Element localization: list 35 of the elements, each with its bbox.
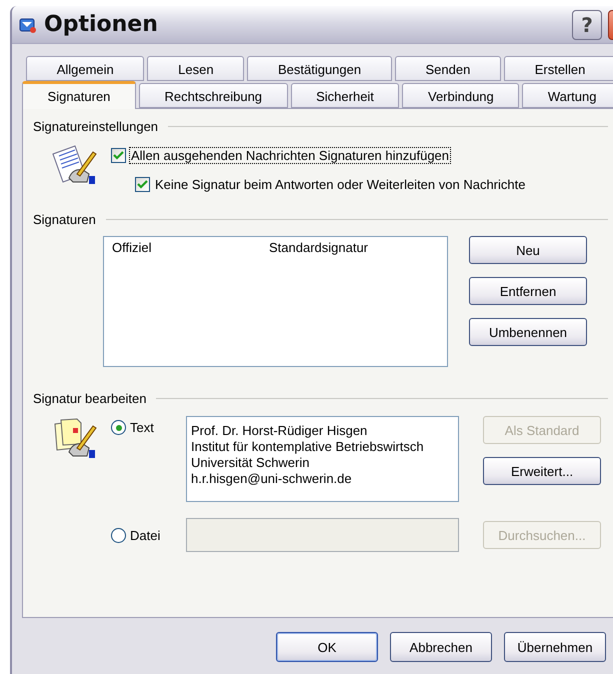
- action-button[interactable]: Umbenennen: [469, 318, 587, 346]
- radio-label[interactable]: Text: [130, 420, 154, 435]
- action-button[interactable]: Erweitert...: [483, 457, 601, 485]
- tab[interactable]: Senden: [394, 56, 502, 81]
- group-heading: Signatur bearbeiten: [33, 391, 146, 406]
- checkbox[interactable]: [135, 177, 150, 192]
- tab[interactable]: Wartung: [522, 83, 613, 108]
- list-cell[interactable]: Offiziel: [112, 240, 269, 255]
- tab[interactable]: Sicherheit: [290, 83, 400, 108]
- checkbox-label[interactable]: Allen ausgehenden Nachrichten Signaturen hinzufügen: [130, 148, 450, 163]
- radio-button[interactable]: [111, 528, 126, 542]
- radio-label[interactable]: Datei: [130, 528, 160, 542]
- group-heading: Signatureinstellungen: [33, 119, 158, 134]
- help-button[interactable]: ?: [572, 10, 602, 40]
- tab[interactable]: Signaturen: [22, 81, 136, 109]
- signature-list[interactable]: Offiziel Standardsignatur: [103, 236, 448, 367]
- tab[interactable]: Erstellen: [504, 56, 613, 81]
- dialog-button[interactable]: Übernehmen: [504, 632, 606, 662]
- window-title: Optionen: [44, 12, 159, 37]
- tab[interactable]: Verbindung: [402, 83, 520, 108]
- paper-pen-icon: [51, 144, 99, 186]
- action-button[interactable]: Neu: [469, 236, 587, 264]
- signature-text-field[interactable]: Prof. Dr. Horst-Rüdiger Hisgen Institut für kontemplative Betriebswirtsch Universität Schwerin h.r.hisgen@uni-schwerin.de: [186, 416, 459, 502]
- tab[interactable]: Bestätigungen: [247, 56, 392, 81]
- tab[interactable]: Allgemein: [26, 56, 144, 81]
- dialog-button[interactable]: Abbrechen: [390, 632, 492, 662]
- radio-button[interactable]: [111, 420, 126, 435]
- checkbox[interactable]: [111, 148, 126, 163]
- checkbox-label[interactable]: Keine Signatur beim Antworten oder Weiterleiten von Nachrichte: [154, 177, 526, 192]
- tab[interactable]: Rechtschreibung: [138, 83, 288, 108]
- list-cell[interactable]: Standardsignatur: [269, 240, 368, 255]
- dialog-button[interactable]: OK: [276, 632, 378, 662]
- group-heading: Signaturen: [33, 212, 96, 227]
- tab[interactable]: Lesen: [147, 56, 244, 81]
- action-button[interactable]: Entfernen: [469, 277, 587, 305]
